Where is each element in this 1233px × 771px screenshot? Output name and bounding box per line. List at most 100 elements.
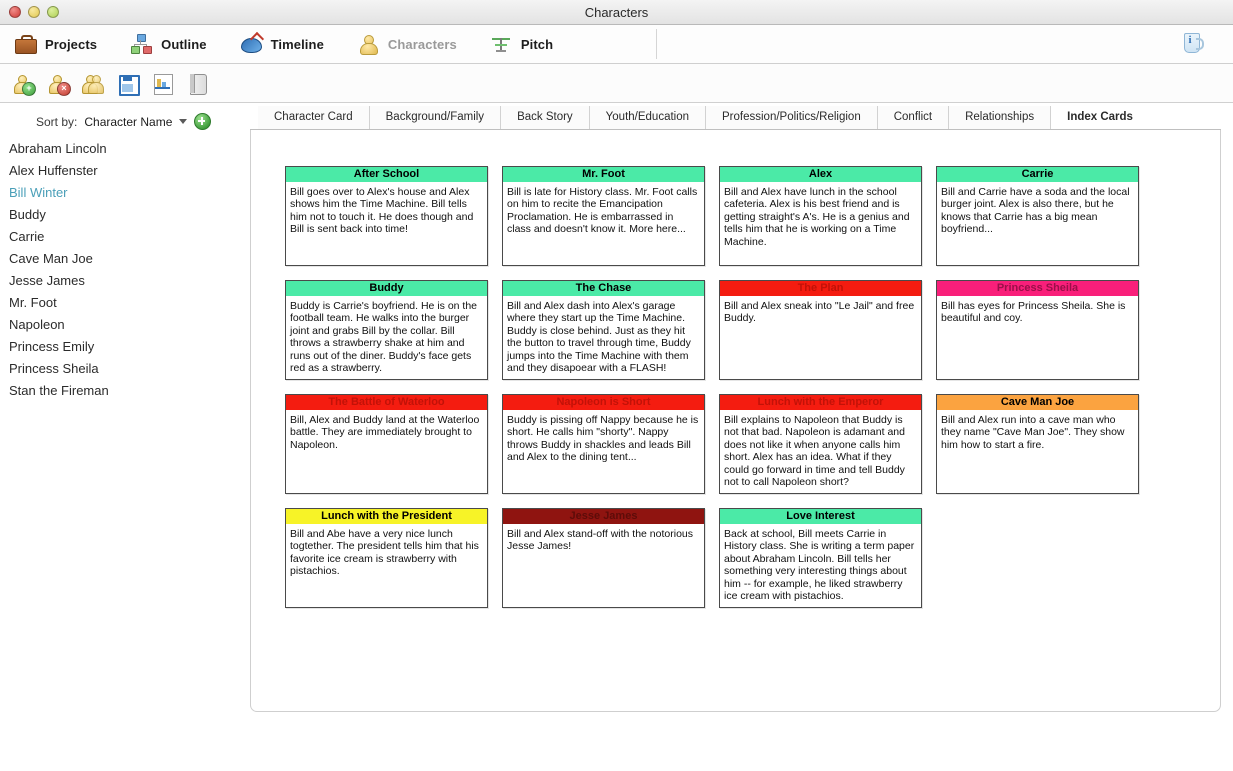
list-item[interactable]: Stan the Fireman [0,380,250,402]
index-card-title: Cave Man Joe [937,395,1138,410]
character-duplicate-icon-back [87,75,104,94]
index-card[interactable]: The Chase Bill and Alex dash into Alex's… [502,280,705,380]
index-card-text[interactable]: Bill explains to Napoleon that Buddy is … [720,410,921,493]
list-item-selected[interactable]: Bill Winter [0,182,250,204]
save-button[interactable] [115,70,141,96]
info-glyph: i [1188,34,1192,46]
index-cards-pane: After School Bill goes over to Alex's ho… [250,130,1221,712]
window-titlebar: Characters [0,0,1233,25]
module-pitch[interactable]: Pitch [476,25,572,63]
index-card-text[interactable]: Bill and Carrie have a soda and the loca… [937,182,1138,265]
index-card-text[interactable]: Bill and Alex dash into Alex's garage wh… [503,296,704,379]
list-item[interactable]: Princess Emily [0,336,250,358]
add-character-circle-button[interactable] [194,113,212,130]
book-icon [185,70,207,95]
index-card[interactable]: Buddy Buddy is Carrie's boyfriend. He is… [285,280,488,380]
index-card-title: Mr. Foot [503,167,704,182]
index-card-title: Buddy [286,281,487,296]
index-card-text[interactable]: Bill and Alex run into a cave man who th… [937,410,1138,493]
index-card-text[interactable]: Buddy is pissing off Nappy because he is… [503,410,704,493]
index-card-text[interactable]: Bill and Alex have lunch in the school c… [720,182,921,265]
index-card-grid: After School Bill goes over to Alex's ho… [285,166,1169,608]
index-card-text[interactable]: Bill and Alex sneak into "Le Jail" and f… [720,296,921,379]
index-card[interactable]: The Plan Bill and Alex sneak into "Le Ja… [719,280,922,380]
index-card[interactable]: Lunch with the Emperor Bill explains to … [719,394,922,494]
module-projects[interactable]: Projects [0,25,116,63]
list-item[interactable]: Abraham Lincoln [0,138,250,160]
plus-badge-icon: + [22,82,36,96]
tab-youth-education[interactable]: Youth/Education [588,106,706,129]
index-card[interactable]: Lunch with the President Bill and Abe ha… [285,508,488,608]
character-bust-icon [357,33,379,55]
character-list: Abraham Lincoln Alex Huffenster Bill Win… [0,138,250,402]
sort-control-row: Sort by: Character Name [0,111,250,138]
delete-character-button[interactable]: × [45,70,71,96]
pitch-icon [490,33,512,55]
list-item[interactable]: Alex Huffenster [0,160,250,182]
index-card[interactable]: Princess Sheila Bill has eyes for Prince… [936,280,1139,380]
tab-relationships[interactable]: Relationships [948,106,1051,129]
library-button[interactable] [185,70,211,96]
index-card[interactable]: Mr. Foot Bill is late for History class.… [502,166,705,266]
index-card-text[interactable]: Bill goes over to Alex's house and Alex … [286,182,487,265]
list-item[interactable]: Napoleon [0,314,250,336]
index-card[interactable]: Love Interest Back at school, Bill meets… [719,508,922,608]
index-card[interactable]: Napoleon is Short Buddy is pissing off N… [502,394,705,494]
module-label: Characters [387,36,457,52]
tab-background-family[interactable]: Background/Family [368,106,501,129]
tab-back-story[interactable]: Back Story [500,106,589,129]
module-outline[interactable]: Outline [116,25,225,63]
index-card-text[interactable]: Bill and Abe have a very nice lunch togt… [286,524,487,607]
index-card-text[interactable]: Back at school, Bill meets Carrie in His… [720,524,921,607]
index-card-title: Lunch with the President [286,509,487,524]
sort-by-label: Sort by: [36,114,78,129]
index-card-title: The Plan [720,281,921,296]
index-card-text[interactable]: Bill is late for History class. Mr. Foot… [503,182,704,265]
index-card-title: Jesse James [503,509,704,524]
character-sidebar: Sort by: Character Name Abraham Lincoln … [0,103,250,771]
list-item[interactable]: Cave Man Joe [0,248,250,270]
tab-character-card[interactable]: Character Card [258,106,369,129]
index-card-title: Carrie [937,167,1138,182]
index-card-title: Napoleon is Short [503,395,704,410]
index-card[interactable]: Carrie Bill and Carrie have a soda and t… [936,166,1139,266]
module-timeline[interactable]: Timeline [226,25,343,63]
close-button[interactable] [9,6,21,18]
index-card[interactable]: Alex Bill and Alex have lunch in the sch… [719,166,922,266]
report-button[interactable] [150,70,176,96]
window-controls [0,6,59,18]
info-button[interactable]: i [1181,31,1204,57]
tab-conflict[interactable]: Conflict [876,106,949,129]
module-label: Outline [161,36,207,52]
minimize-button[interactable] [28,6,40,18]
module-label: Timeline [270,36,324,52]
index-card-text[interactable]: Bill and Alex stand-off with the notorio… [503,524,704,607]
zoom-button[interactable] [47,6,59,18]
list-item[interactable]: Jesse James [0,270,250,292]
briefcase-icon [14,33,37,55]
module-characters[interactable]: Characters [343,25,476,63]
list-item[interactable]: Buddy [0,204,250,226]
index-card-title: Alex [720,167,921,182]
tab-strip: Character Card Background/Family Back St… [250,103,1221,130]
list-item[interactable]: Carrie [0,226,250,248]
tab-index-cards[interactable]: Index Cards [1050,106,1149,129]
duplicate-character-button[interactable] [80,70,106,96]
index-card-text[interactable]: Bill, Alex and Buddy land at the Waterlo… [286,410,487,493]
minus-badge-icon: × [57,82,71,96]
chevron-down-icon[interactable] [179,119,188,124]
sort-by-select[interactable]: Character Name [84,115,172,129]
tab-profession-politics-religion[interactable]: Profession/Politics/Religion [705,106,877,129]
outline-tree-icon [130,33,153,55]
index-card-title: The Chase [503,281,704,296]
list-item[interactable]: Princess Sheila [0,358,250,380]
index-card-text[interactable]: Bill has eyes for Princess Sheila. She i… [937,296,1138,379]
index-card[interactable]: Jesse James Bill and Alex stand-off with… [502,508,705,608]
index-card[interactable]: Cave Man Joe Bill and Alex run into a ca… [936,394,1139,494]
index-card-title: Princess Sheila [937,281,1138,296]
list-item[interactable]: Mr. Foot [0,292,250,314]
index-card[interactable]: The Battle of Waterloo Bill, Alex and Bu… [285,394,488,494]
index-card-text[interactable]: Buddy is Carrie's boyfriend. He is on th… [286,296,487,379]
index-card[interactable]: After School Bill goes over to Alex's ho… [285,166,488,266]
add-character-button[interactable]: + [10,70,36,96]
